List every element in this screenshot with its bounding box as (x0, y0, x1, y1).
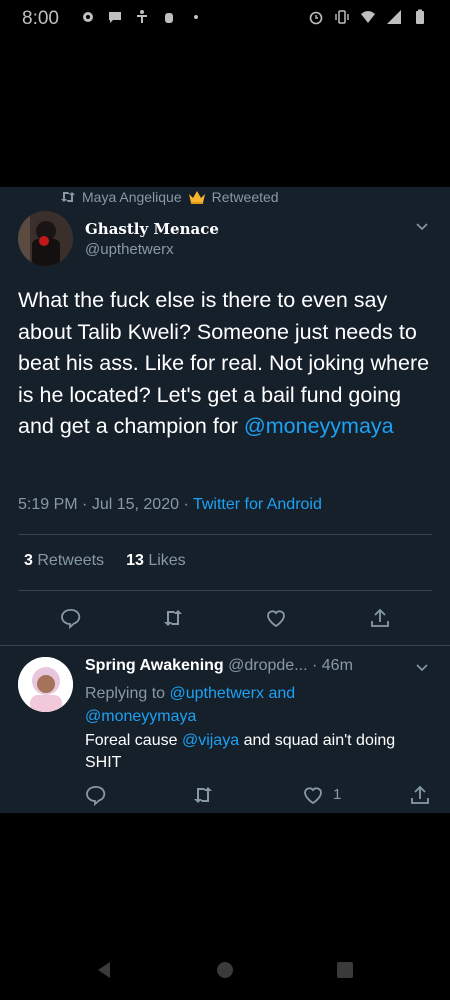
accessibility-icon (137, 10, 147, 23)
reply-icon[interactable] (84, 784, 106, 806)
reply-display-name[interactable]: Spring Awakening (85, 657, 224, 674)
retweets-label: Retweets (37, 552, 105, 569)
signal-icon (387, 10, 401, 24)
tweet-text: What the fuck else is there to even say … (18, 285, 438, 443)
author-avatar[interactable] (18, 211, 73, 266)
retweeted-label: Retweeted (211, 189, 279, 205)
tweet-meta: 5:19 PM · Jul 15, 2020 · Twitter for And… (18, 496, 322, 513)
tweet-mention[interactable]: @moneyymaya (244, 414, 394, 438)
system-icons (308, 9, 428, 25)
divider (18, 534, 432, 535)
likes-count: 13 (126, 552, 144, 569)
retweeter-name[interactable]: Maya Angelique (82, 189, 182, 205)
chevron-down-icon[interactable] (414, 219, 430, 235)
retweet-icon (61, 192, 75, 202)
wifi-icon (361, 11, 375, 23)
replying-mention-1[interactable]: @upthetwerx (170, 685, 265, 702)
tweet-stats: 3 Retweets 13 Likes (24, 552, 186, 570)
likes-label: Likes (148, 552, 186, 569)
dot-icon (194, 15, 198, 19)
chat-icon (109, 12, 121, 23)
reply-header: Spring Awakening @dropde... · 46m (85, 657, 353, 674)
share-icon[interactable] (369, 607, 391, 629)
divider (0, 645, 450, 646)
tweet-time: 5:19 PM (18, 496, 78, 513)
author-display-name[interactable]: Ghastly Menace (85, 220, 219, 238)
likes-stat[interactable]: 13 Likes (126, 552, 186, 570)
status-bar: 8:00 (0, 0, 450, 36)
reply-text: Foreal cause @vijaya and squad ain't doi… (85, 730, 435, 774)
home-icon[interactable] (215, 960, 235, 980)
notification-icons (80, 9, 204, 25)
replying-mention-2[interactable]: @moneyymaya (85, 708, 196, 725)
chevron-down-icon[interactable] (414, 660, 430, 676)
reply-handle[interactable]: @dropde... (228, 657, 307, 674)
replying-and: and (268, 685, 296, 702)
heart-icon[interactable] (302, 784, 324, 806)
retweets-stat[interactable]: 3 Retweets (24, 552, 104, 570)
gear-icon (83, 12, 93, 22)
crown-icon (188, 191, 205, 204)
reply-time: 46m (321, 657, 353, 674)
author-handle[interactable]: @upthetwerx (85, 241, 174, 258)
reply-icon[interactable] (59, 607, 81, 629)
retweets-count: 3 (24, 552, 33, 569)
reply-likes-count: 1 (333, 786, 342, 803)
retweet-icon[interactable] (162, 607, 184, 629)
alarm-icon (309, 11, 323, 25)
status-time: 8:00 (22, 8, 59, 29)
tweet-source[interactable]: Twitter for Android (193, 496, 322, 513)
hand-icon (165, 13, 173, 23)
recents-icon[interactable] (335, 960, 355, 980)
divider (18, 590, 432, 591)
reply-avatar[interactable] (18, 657, 73, 712)
retweet-icon[interactable] (192, 784, 214, 806)
retweet-banner: Maya Angelique Retweeted (60, 189, 279, 205)
replying-to: Replying to @upthetwerx and @moneyymaya (85, 682, 425, 728)
heart-icon[interactable] (265, 607, 287, 629)
battery-icon (416, 9, 424, 24)
tweet-date: Jul 15, 2020 (91, 496, 179, 513)
share-icon[interactable] (409, 784, 431, 806)
navigation-bar (0, 940, 450, 1000)
reply-text-before: Foreal cause (85, 732, 178, 749)
back-icon[interactable] (94, 960, 114, 980)
vibrate-icon (335, 10, 349, 24)
replying-prefix: Replying to (85, 685, 166, 702)
reply-mention[interactable]: @vijaya (182, 732, 239, 749)
